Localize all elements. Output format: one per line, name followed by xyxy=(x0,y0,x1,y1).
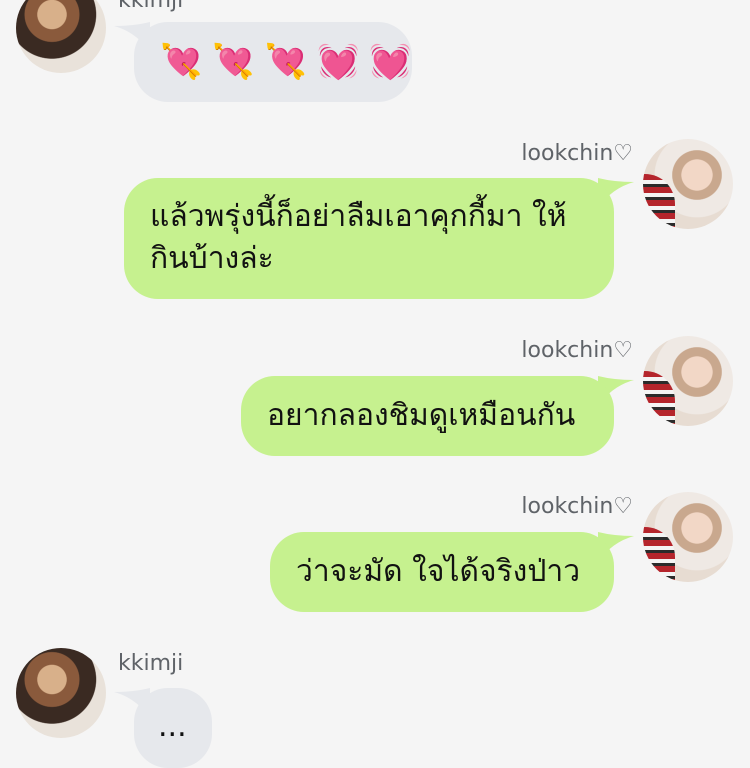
avatar-lookchin[interactable] xyxy=(643,336,733,426)
avatar-lookchin[interactable] xyxy=(643,139,733,229)
avatar-kkimji[interactable] xyxy=(16,648,106,738)
sender-name: kkimji xyxy=(118,0,184,13)
beating-heart-emoji: 💓 xyxy=(369,42,412,82)
heart-with-arrow-emoji: 💘 xyxy=(264,42,308,82)
sender-name: lookchin♡ xyxy=(521,338,633,363)
message-text: ... xyxy=(158,709,187,744)
message-text-line: แล้วพรุ่งนี้ก็อย่าลืมเอาคุกกี้มา ให้ xyxy=(150,199,567,234)
message-text: ว่าจะมัด ใจได้จริงป่าว xyxy=(296,554,581,589)
message-bubble[interactable]: ... xyxy=(134,688,212,768)
beating-heart-emoji: 💓 xyxy=(317,42,360,82)
message-text-line: กินบ้างล่ะ xyxy=(150,241,274,276)
message-bubble[interactable]: 💘 💘 💘 💓 💓 xyxy=(134,22,412,102)
sender-name: kkimji xyxy=(118,651,184,676)
sender-name: lookchin♡ xyxy=(521,494,633,519)
sender-name: lookchin♡ xyxy=(521,141,633,166)
heart-with-arrow-emoji: 💘 xyxy=(160,42,203,82)
heart-with-arrow-emoji: 💘 xyxy=(212,42,255,82)
message-text: อยากลองชิมดูเหมือนกัน xyxy=(267,398,576,433)
avatar-lookchin[interactable] xyxy=(643,492,733,582)
message-bubble[interactable]: แล้วพรุ่งนี้ก็อย่าลืมเอาคุกกี้มา ให้ กิน… xyxy=(124,178,614,299)
avatar-kkimji[interactable] xyxy=(16,0,106,73)
message-bubble[interactable]: ว่าจะมัด ใจได้จริงป่าว xyxy=(270,532,614,612)
message-bubble[interactable]: อยากลองชิมดูเหมือนกัน xyxy=(241,376,614,456)
emoji-row: 💘 💘 💘 💓 💓 xyxy=(160,42,412,82)
